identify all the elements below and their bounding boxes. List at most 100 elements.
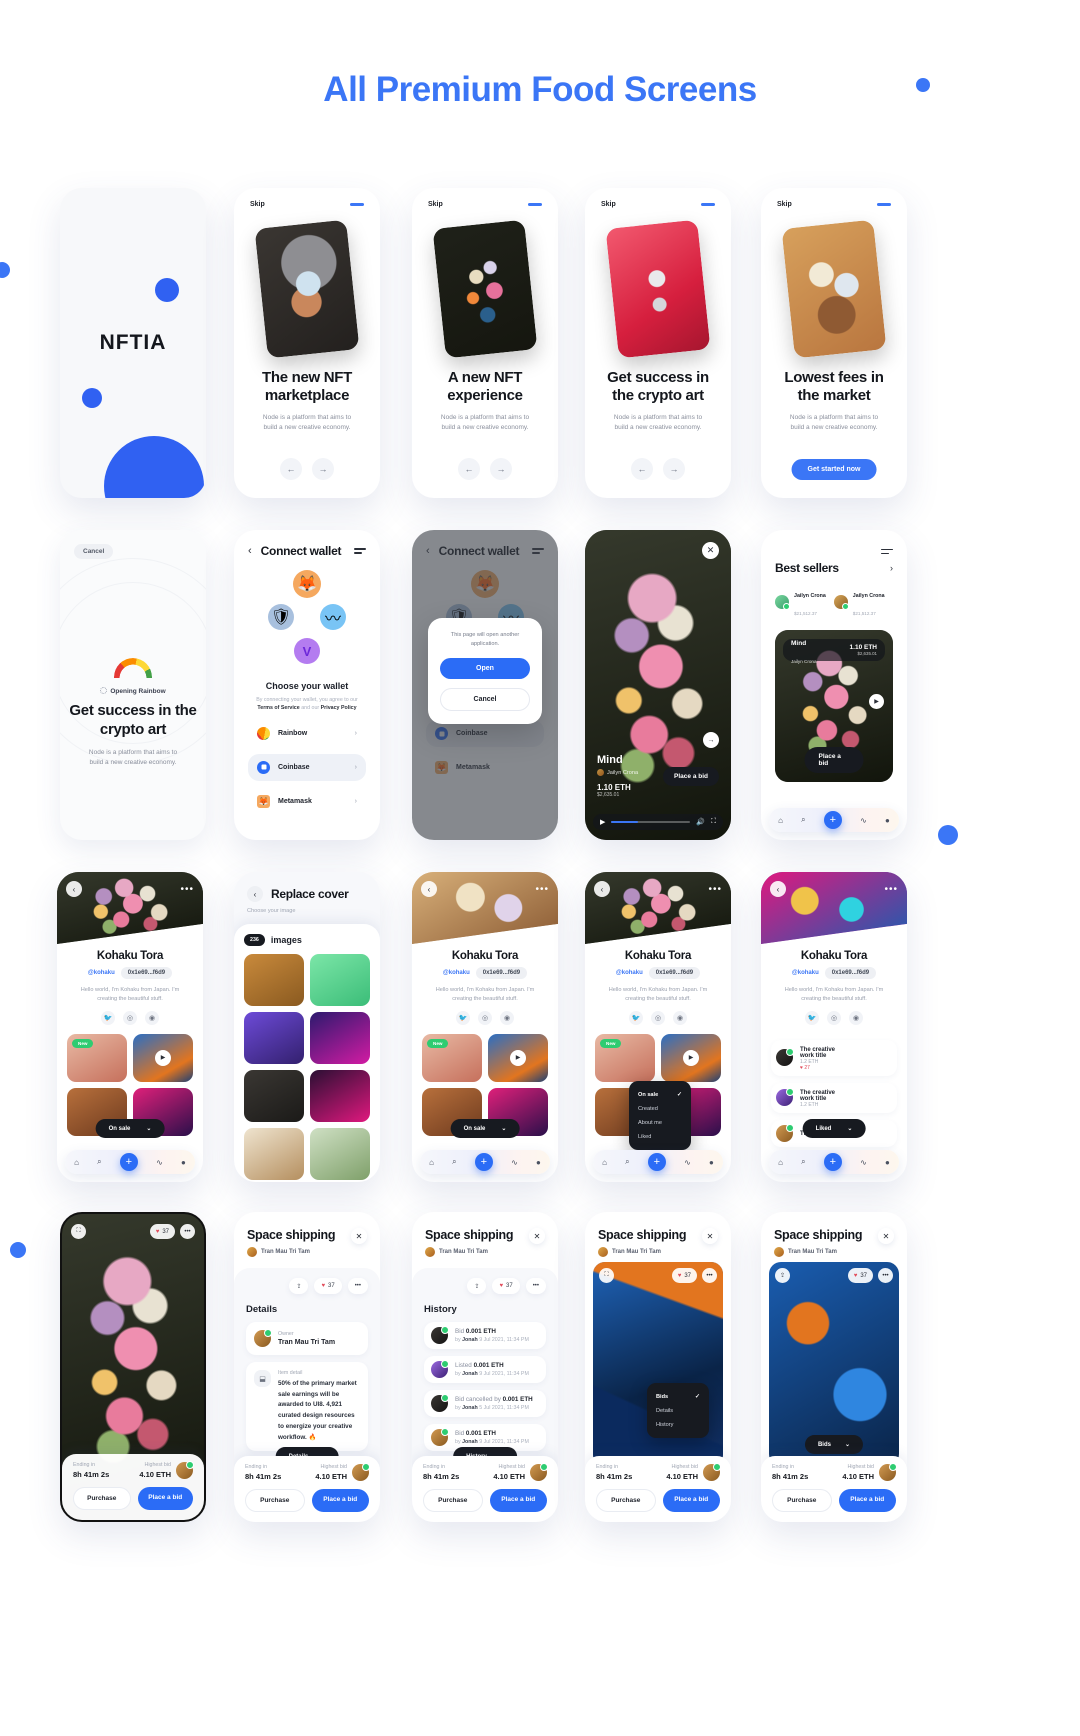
- add-button[interactable]: +: [823, 1153, 842, 1171]
- home-icon[interactable]: ⌂: [74, 1158, 79, 1167]
- more-icon[interactable]: •••: [878, 1268, 893, 1283]
- dribbble-icon[interactable]: ◉: [500, 1010, 514, 1025]
- place-bid-button[interactable]: Place a bid: [838, 1489, 896, 1512]
- section-switch-chip[interactable]: Bids ⌄: [804, 1435, 864, 1454]
- like-button[interactable]: ♥ 37: [847, 1268, 873, 1283]
- add-button[interactable]: +: [474, 1153, 493, 1171]
- home-icon[interactable]: ⌂: [778, 1158, 783, 1167]
- terms-link[interactable]: Terms of Service: [257, 705, 299, 711]
- activity-icon[interactable]: ∿: [684, 1158, 691, 1167]
- profile-handle[interactable]: @kohaku: [88, 970, 115, 976]
- search-icon[interactable]: ⌕: [801, 815, 805, 825]
- next-button[interactable]: →: [663, 458, 685, 480]
- prev-button[interactable]: ←: [631, 458, 653, 480]
- wallet-address[interactable]: 0x1e69...f6d9: [120, 967, 173, 979]
- prev-button[interactable]: ←: [280, 458, 302, 480]
- bottom-tab-bar[interactable]: ⌂ ⌕ + ∿ ●: [420, 1150, 550, 1174]
- image-option[interactable]: [310, 1128, 370, 1180]
- skip-button[interactable]: Skip: [428, 201, 443, 208]
- liked-item-row[interactable]: The creative work title 1.2 ETH: [771, 1082, 897, 1113]
- more-icon[interactable]: •••: [180, 884, 194, 895]
- like-button[interactable]: ♥ 37: [492, 1278, 520, 1294]
- search-icon[interactable]: ⌕: [452, 1157, 456, 1167]
- share-button[interactable]: ⇪: [467, 1278, 487, 1294]
- play-icon[interactable]: ▶: [600, 818, 605, 826]
- profile-handle[interactable]: @kohaku: [616, 970, 643, 976]
- like-button[interactable]: ♥ 37: [314, 1278, 342, 1294]
- menu-icon[interactable]: [354, 546, 366, 557]
- audio-player[interactable]: ▶ 🔊 ⛶: [593, 814, 723, 830]
- prev-button[interactable]: ←: [458, 458, 480, 480]
- profile-icon[interactable]: ●: [709, 1158, 714, 1167]
- menu-item-details[interactable]: Details: [647, 1404, 709, 1418]
- skip-button[interactable]: Skip: [601, 201, 616, 208]
- search-icon[interactable]: ⌕: [97, 1157, 101, 1167]
- filter-chip[interactable]: Liked ⌄: [802, 1119, 866, 1138]
- profile-icon[interactable]: ●: [885, 816, 890, 825]
- profile-icon[interactable]: ●: [885, 1158, 890, 1167]
- seller-item[interactable]: Jailyn Crona $21,512.37: [833, 584, 885, 620]
- close-icon[interactable]: ✕: [351, 1228, 367, 1244]
- home-icon[interactable]: ⌂: [429, 1158, 434, 1167]
- skip-button[interactable]: Skip: [250, 201, 265, 208]
- privacy-link[interactable]: Privacy Policy: [321, 705, 357, 711]
- twitter-icon[interactable]: 🐦: [101, 1010, 115, 1025]
- search-icon[interactable]: ⌕: [801, 1157, 805, 1167]
- bottom-tab-bar[interactable]: ⌂ ⌕ + ∿ ●: [65, 1150, 195, 1174]
- profile-icon[interactable]: ●: [181, 1158, 186, 1167]
- progress-bar[interactable]: [611, 821, 691, 823]
- seller-item[interactable]: Jailyn Crona $21,512.37: [775, 584, 826, 620]
- play-icon[interactable]: ▶: [155, 1049, 171, 1066]
- dribbble-icon[interactable]: ◉: [673, 1010, 687, 1025]
- add-button[interactable]: +: [119, 1153, 138, 1171]
- share-button[interactable]: ⇪: [289, 1278, 309, 1294]
- back-icon[interactable]: ‹: [248, 545, 252, 557]
- next-button[interactable]: →: [490, 458, 512, 480]
- bottom-tab-bar[interactable]: ⌂ ⌕ + ∿ ●: [769, 1150, 899, 1174]
- wallet-address[interactable]: 0x1e69...f6d9: [824, 967, 877, 979]
- purchase-button[interactable]: Purchase: [245, 1489, 305, 1512]
- bottom-tab-bar[interactable]: ⌂ ⌕ + ∿ ●: [593, 1150, 723, 1174]
- activity-icon[interactable]: ∿: [511, 1158, 518, 1167]
- close-icon[interactable]: ✕: [702, 542, 719, 559]
- cancel-button[interactable]: Cancel: [74, 544, 114, 559]
- image-option[interactable]: [244, 1070, 304, 1122]
- menu-item-bids[interactable]: Bids ✓: [647, 1389, 709, 1404]
- wallet-row-coinbase[interactable]: Coinbase ›: [248, 753, 366, 781]
- nft-tile[interactable]: ▶: [488, 1033, 548, 1082]
- liked-item-row[interactable]: The creative work title 1.2 ETH ♥ 27: [771, 1039, 897, 1076]
- purchase-button[interactable]: Purchase: [73, 1487, 131, 1510]
- back-icon[interactable]: ‹: [421, 881, 437, 897]
- place-bid-button[interactable]: Place a bid: [804, 746, 864, 773]
- more-icon[interactable]: •••: [708, 884, 722, 895]
- image-option[interactable]: [244, 1012, 304, 1064]
- menu-item-liked[interactable]: Liked: [629, 1130, 691, 1144]
- twitter-icon[interactable]: 🐦: [805, 1010, 819, 1025]
- more-icon[interactable]: •••: [884, 884, 898, 895]
- expand-icon[interactable]: ⛶: [599, 1268, 614, 1283]
- wallet-row-metamask[interactable]: 🦊 Metamask ›: [248, 788, 366, 815]
- back-icon[interactable]: ‹: [770, 881, 786, 897]
- like-button[interactable]: ♥ 37: [149, 1224, 175, 1239]
- back-icon[interactable]: ‹: [594, 881, 610, 897]
- play-icon[interactable]: ▶: [510, 1049, 526, 1066]
- history-row[interactable]: Bid cancelled by 0.001 ETH by Jonah 5 Ju…: [424, 1390, 546, 1417]
- purchase-button[interactable]: Purchase: [772, 1489, 832, 1512]
- bids-dropdown-menu[interactable]: Bids ✓ Details History: [647, 1383, 709, 1438]
- profile-icon[interactable]: ●: [536, 1158, 541, 1167]
- activity-icon[interactable]: ∿: [156, 1158, 163, 1167]
- skip-button[interactable]: Skip: [777, 201, 792, 208]
- instagram-icon[interactable]: ◎: [123, 1010, 137, 1025]
- nft-tile[interactable]: New: [422, 1033, 482, 1082]
- menu-item-about-me[interactable]: About me: [629, 1116, 691, 1130]
- owner-row[interactable]: Owner Tran Mau Tri Tam: [246, 1322, 368, 1355]
- nft-tile[interactable]: ▶: [661, 1033, 721, 1082]
- more-button[interactable]: •••: [525, 1278, 546, 1294]
- profile-handle[interactable]: @kohaku: [443, 970, 470, 976]
- close-icon[interactable]: ✕: [529, 1228, 545, 1244]
- play-icon[interactable]: ▶: [869, 693, 884, 709]
- place-bid-button[interactable]: Place a bid: [311, 1489, 369, 1512]
- home-icon[interactable]: ⌂: [778, 816, 783, 825]
- add-button[interactable]: +: [823, 811, 842, 829]
- activity-icon[interactable]: ∿: [860, 1158, 867, 1167]
